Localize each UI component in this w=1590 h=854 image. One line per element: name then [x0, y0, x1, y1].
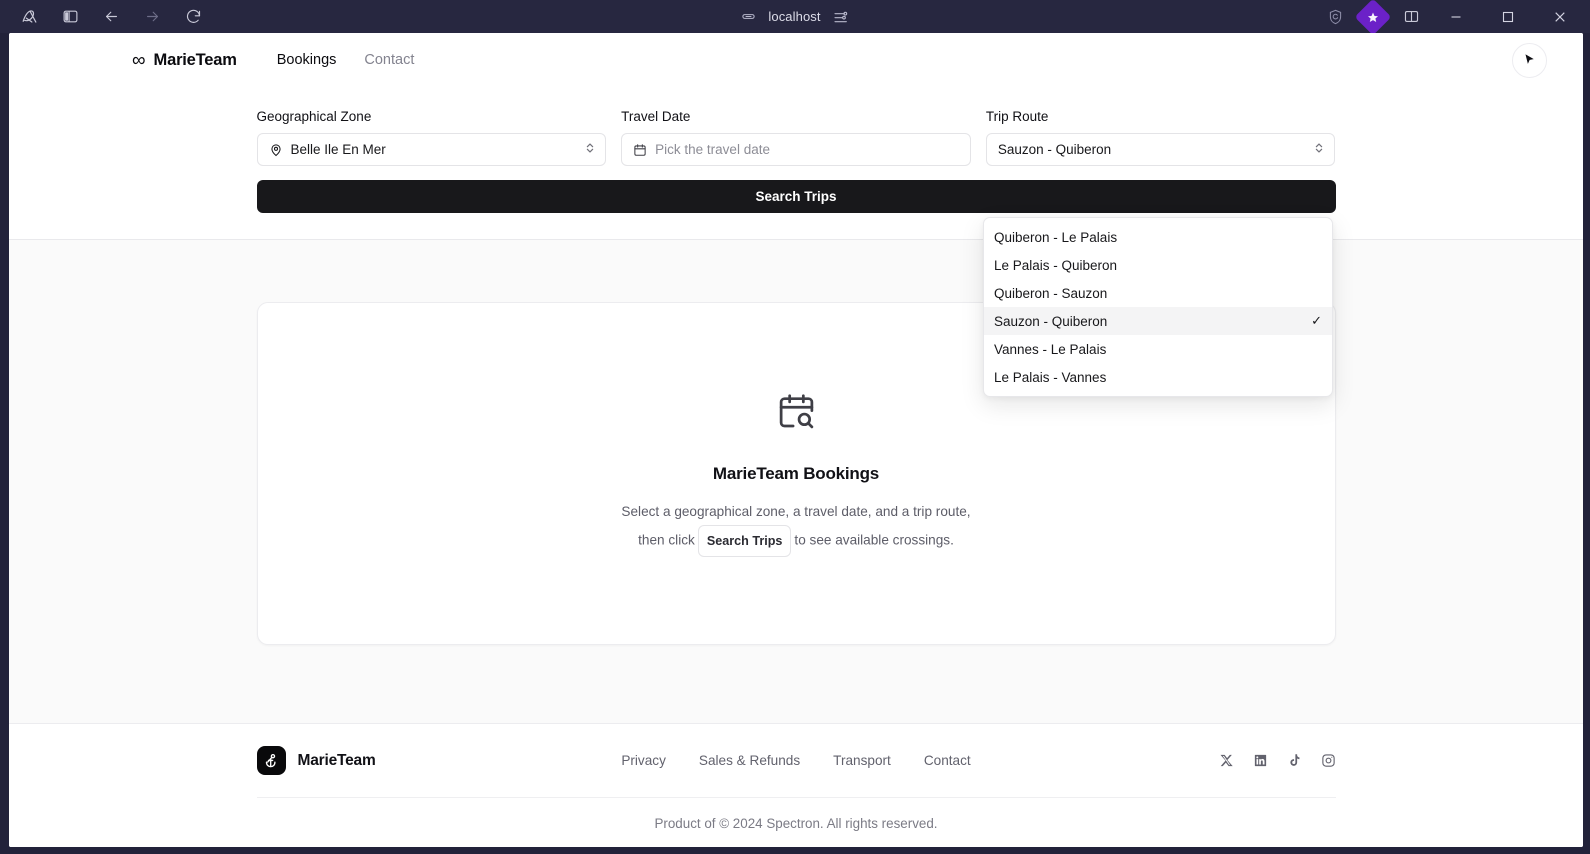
tune-sliders-icon[interactable]	[833, 9, 849, 25]
link-icon	[741, 9, 756, 24]
dropdown-option[interactable]: Le Palais - Quiberon	[984, 251, 1332, 279]
nav-link-contact[interactable]: Contact	[364, 52, 414, 68]
mouse-cursor-highlight	[1512, 43, 1547, 78]
empty-state-line-2-after: to see available crossings.	[794, 532, 953, 547]
zone-value: Belle Ile En Mer	[291, 142, 577, 157]
label-geographical-zone: Geographical Zone	[257, 109, 607, 124]
dropdown-option[interactable]: Quiberon - Sauzon	[984, 279, 1332, 307]
dropdown-option[interactable]: Le Palais - Vannes	[984, 363, 1332, 391]
brand-logo[interactable]: ∞ MarieTeam	[132, 51, 237, 70]
sidebar-toggle-icon[interactable]	[55, 4, 85, 30]
brand-name: MarieTeam	[154, 51, 237, 70]
footer-copyright: Product of © 2024 Spectron. All rights r…	[9, 798, 1583, 847]
shield-privacy-icon[interactable]	[1320, 4, 1350, 30]
footer-link-privacy[interactable]: Privacy	[621, 753, 666, 768]
arc-logo-icon[interactable]	[14, 4, 44, 30]
search-trips-button[interactable]: Search Trips	[257, 180, 1336, 213]
footer-brand[interactable]: MarieTeam	[257, 746, 376, 775]
page-viewport: ∞ MarieTeam Bookings Contact Geographica…	[9, 33, 1583, 847]
footer-top-row: MarieTeam Privacy Sales & Refunds Transp…	[257, 746, 1336, 798]
app-navbar: ∞ MarieTeam Bookings Contact	[9, 33, 1583, 87]
empty-state-line-1: Select a geographical zone, a travel dat…	[621, 499, 970, 525]
field-travel-date: Travel Date Pick the travel date	[621, 109, 971, 166]
linkedin-icon[interactable]	[1253, 753, 1268, 768]
site-footer: MarieTeam Privacy Sales & Refunds Transp…	[9, 724, 1583, 847]
nav-links: Bookings Contact	[277, 52, 415, 68]
instagram-icon[interactable]	[1321, 753, 1336, 768]
titlebar-left-controls	[4, 4, 208, 30]
extension-badge-icon[interactable]	[1358, 4, 1388, 30]
page-body: MarieTeam Bookings Select a geographical…	[9, 240, 1583, 724]
travel-date-picker[interactable]: Pick the travel date	[621, 133, 971, 166]
dropdown-option[interactable]: Vannes - Le Palais	[984, 335, 1332, 363]
window-minimize-button[interactable]	[1434, 1, 1478, 33]
calendar-search-icon	[776, 391, 817, 437]
field-trip-route: Trip Route Sauzon - Quiberon	[986, 109, 1336, 166]
calendar-icon	[633, 143, 647, 157]
field-geographical-zone: Geographical Zone Belle Ile En Mer	[257, 109, 607, 166]
label-trip-route: Trip Route	[986, 109, 1336, 124]
dropdown-option[interactable]: Quiberon - Le Palais	[984, 223, 1332, 251]
window-maximize-button[interactable]	[1486, 1, 1530, 33]
dropdown-option-label: Vannes - Le Palais	[994, 342, 1322, 357]
dropdown-option-label: Quiberon - Sauzon	[994, 286, 1322, 301]
browser-titlebar: localhost	[0, 0, 1590, 33]
search-fields-row: Geographical Zone Belle Ile En Mer	[257, 109, 1336, 166]
check-icon: ✓	[1311, 313, 1322, 329]
window-close-button[interactable]	[1538, 1, 1582, 33]
dropdown-option-label: Le Palais - Quiberon	[994, 258, 1322, 273]
url-text: localhost	[768, 9, 820, 24]
zone-select[interactable]: Belle Ile En Mer	[257, 133, 607, 166]
browser-window: localhost	[0, 0, 1590, 854]
tiktok-icon[interactable]	[1287, 753, 1302, 768]
empty-state-line-2: then clickSearch Tripsto see available c…	[638, 525, 954, 557]
x-twitter-icon[interactable]	[1219, 753, 1234, 768]
trip-route-value: Sauzon - Quiberon	[998, 142, 1306, 157]
footer-link-contact[interactable]: Contact	[924, 753, 971, 768]
cursor-arrow-icon	[1521, 52, 1538, 69]
empty-state-title: MarieTeam Bookings	[713, 464, 879, 484]
footer-link-sales-refunds[interactable]: Sales & Refunds	[699, 753, 800, 768]
travel-date-value: Pick the travel date	[655, 142, 961, 157]
footer-social-links	[1219, 753, 1336, 768]
nav-link-bookings[interactable]: Bookings	[277, 52, 337, 68]
map-pin-icon	[269, 143, 283, 157]
label-travel-date: Travel Date	[621, 109, 971, 124]
split-view-icon[interactable]	[1396, 4, 1426, 30]
chevron-updown-icon	[1313, 141, 1325, 158]
titlebar-right-controls	[1320, 1, 1586, 33]
dropdown-option-label: Le Palais - Vannes	[994, 370, 1322, 385]
forward-arrow-icon[interactable]	[137, 4, 167, 30]
footer-brand-name: MarieTeam	[298, 752, 376, 770]
footer-links: Privacy Sales & Refunds Transport Contac…	[9, 753, 1583, 768]
back-arrow-icon[interactable]	[96, 4, 126, 30]
trip-route-select[interactable]: Sauzon - Quiberon	[986, 133, 1336, 166]
trip-route-dropdown-menu[interactable]: Quiberon - Le Palais Le Palais - Quibero…	[983, 217, 1333, 397]
chevron-updown-icon	[584, 141, 596, 158]
footer-link-transport[interactable]: Transport	[833, 753, 891, 768]
dropdown-option-label: Sauzon - Quiberon	[994, 314, 1311, 329]
search-panel: Geographical Zone Belle Ile En Mer	[9, 87, 1583, 240]
empty-state-line-2-before: then click	[638, 532, 695, 547]
dropdown-option-selected[interactable]: Sauzon - Quiberon ✓	[984, 307, 1332, 335]
anchor-icon	[257, 746, 286, 775]
dropdown-option-label: Quiberon - Le Palais	[994, 230, 1322, 245]
reload-icon[interactable]	[178, 4, 208, 30]
search-trips-chip: Search Trips	[698, 525, 792, 557]
infinity-logo-icon: ∞	[132, 51, 145, 70]
